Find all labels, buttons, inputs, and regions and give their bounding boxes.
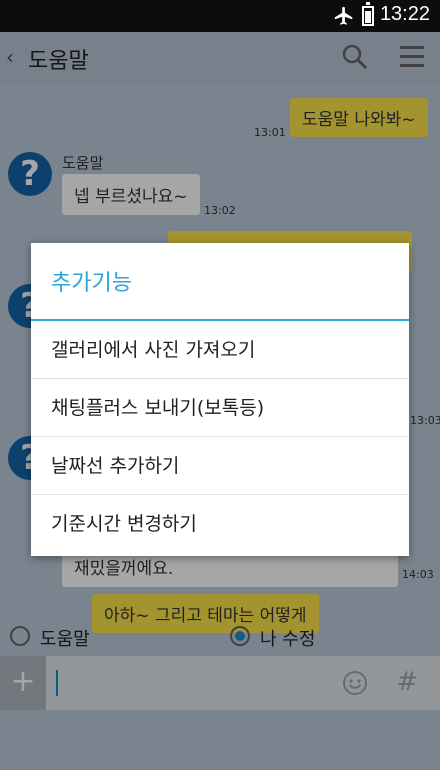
battery-icon — [362, 2, 374, 26]
dialog-item-date-line[interactable]: 날짜선 추가하기 — [31, 437, 409, 495]
dialog-title: 추가기능 — [31, 243, 409, 321]
dialog-item-gallery[interactable]: 갤러리에서 사진 가져오기 — [31, 321, 409, 379]
extra-features-dialog: 추가기능 갤러리에서 사진 가져오기 채팅플러스 보내기(보톡등) 날짜선 추가… — [31, 243, 409, 556]
status-bar: 13:22 — [0, 0, 440, 32]
status-time: 13:22 — [379, 3, 430, 25]
dialog-item-change-time[interactable]: 기준시간 변경하기 — [31, 495, 409, 553]
airplane-icon — [334, 6, 353, 25]
dialog-item-chatplus[interactable]: 채팅플러스 보내기(보톡등) — [31, 379, 409, 437]
